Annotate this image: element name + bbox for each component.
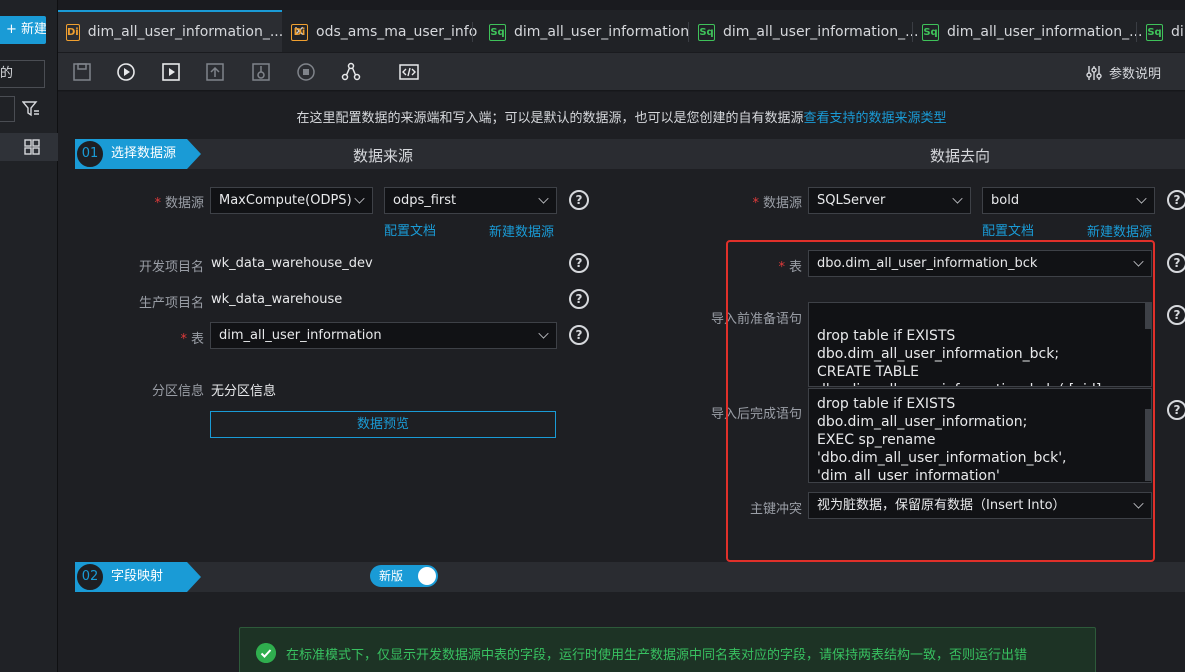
step-number: 01 <box>75 139 105 169</box>
partition-label: 分区信息 <box>151 384 204 399</box>
highlight-box <box>726 240 1155 562</box>
source-section-title: 数据来源 <box>353 147 414 165</box>
tab-label: dim_all_user_information <box>514 24 690 40</box>
source-table-select[interactable]: dim_all_user_information <box>210 322 557 349</box>
tab-divider <box>688 22 689 42</box>
prod-project-value: wk_data_warehouse <box>211 292 343 307</box>
tab-ods-ams-ma-user-info[interactable]: Di ods_ams_ma_user_info <box>283 11 477 53</box>
tab-label: dim_all_user_information_... <box>723 24 919 40</box>
help-icon[interactable]: ? <box>569 325 589 345</box>
tab-dim-partial[interactable]: Sq dim <box>1138 11 1185 53</box>
target-section-title: 数据去向 <box>930 147 991 165</box>
di-badge-icon: Di <box>66 23 80 41</box>
source-config-doc-link[interactable]: 配置文档 <box>384 220 436 239</box>
help-icon[interactable]: ? <box>1167 400 1185 420</box>
step-bar-field-mapping: 字段映射 02 <box>75 562 1185 592</box>
target-ds-label: * 数据源 <box>752 196 802 211</box>
step-label: 选择数据源 <box>111 146 177 161</box>
partition-value: 无分区信息 <box>211 384 277 399</box>
tab-label: dim <box>1171 24 1185 40</box>
submit-icon[interactable] <box>204 61 226 83</box>
notice-text: 在这里配置数据的来源端和写入端；可以是默认的数据源，也可以是您创建的自有数据源 <box>296 111 804 126</box>
step-number: 02 <box>75 562 105 592</box>
source-ds-name-select[interactable]: odps_first <box>384 187 557 214</box>
chevron-down-icon <box>538 193 549 204</box>
new-version-toggle[interactable]: 新版 <box>370 565 438 587</box>
grid-icon[interactable] <box>24 139 40 155</box>
supported-sources-link[interactable]: 查看支持的数据来源类型 <box>804 111 947 126</box>
tab-label: ods_ams_ma_user_info <box>316 24 478 40</box>
help-icon[interactable]: ? <box>1167 190 1185 210</box>
run-icon[interactable] <box>115 61 137 83</box>
new-button[interactable]: + 新建 <box>0 16 46 44</box>
publish-icon[interactable] <box>250 61 272 83</box>
help-icon[interactable]: ? <box>569 190 589 210</box>
help-icon[interactable]: ? <box>569 289 589 309</box>
tab-label: dim_all_user_information_... <box>87 24 284 40</box>
target-config-doc-link[interactable]: 配置文档 <box>982 220 1034 239</box>
step-label: 字段映射 <box>111 569 164 584</box>
filter-icon[interactable] <box>22 100 40 118</box>
param-description-label: 参数说明 <box>1108 67 1161 82</box>
param-description-button[interactable]: 参数说明 <box>1085 63 1161 82</box>
tab-dim-all-user-information[interactable]: Sq dim_all_user_information <box>481 11 689 53</box>
save-icon[interactable] <box>71 61 93 83</box>
tip-text: 在标准模式下，仅显示开发数据源中表的字段，运行时使用生产数据源中同名表对应的字段… <box>286 648 1028 663</box>
toggle-knob <box>418 567 436 585</box>
config-notice: 在这里配置数据的来源端和写入端；可以是默认的数据源，也可以是您创建的自有数据源查… <box>58 107 1185 126</box>
target-ds-name-select[interactable]: bold <box>982 187 1155 214</box>
di-badge-icon: Di <box>291 23 308 41</box>
step-bar-select-datasource: 选择数据源 01 <box>75 139 1185 169</box>
tab-dim-all-user-information-2[interactable]: Sq dim_all_user_information_... <box>690 11 918 53</box>
tab-label: dim_all_user_information_... <box>947 24 1143 40</box>
prod-project-label: 生产项目名 <box>138 296 204 311</box>
tab-dim-all-user-information-active[interactable]: Di dim_all_user_information_... ✕ <box>58 10 305 52</box>
dev-project-label: 开发项目名 <box>138 260 204 275</box>
toggle-label: 新版 <box>379 569 404 583</box>
target-new-ds-link[interactable]: 新建数据源 <box>1087 221 1152 240</box>
source-ds-label: * 数据源 <box>154 196 204 211</box>
success-check-icon <box>256 643 276 663</box>
run-with-params-icon[interactable] <box>160 61 182 83</box>
sq-badge-icon: Sq <box>698 23 715 41</box>
stop-icon[interactable] <box>295 61 317 83</box>
data-preview-button[interactable]: 数据预览 <box>210 411 556 438</box>
dev-project-value: wk_data_warehouse_dev <box>211 256 373 271</box>
sq-badge-icon: Sq <box>922 23 939 41</box>
source-table-label: * 表 <box>180 332 204 347</box>
source-new-ds-link[interactable]: 新建数据源 <box>489 221 554 240</box>
help-icon[interactable]: ? <box>1167 253 1185 273</box>
tab-divider <box>1136 22 1137 42</box>
code-view-icon[interactable] <box>398 61 420 83</box>
sq-badge-icon: Sq <box>489 23 506 41</box>
chevron-down-icon <box>538 328 549 339</box>
tab-divider <box>472 22 473 42</box>
target-ds-type-select[interactable]: SQLServer <box>808 187 971 214</box>
help-icon[interactable]: ? <box>1167 305 1185 325</box>
sq-badge-icon: Sq <box>1146 23 1163 41</box>
help-icon[interactable]: ? <box>569 253 589 273</box>
source-ds-type-select[interactable]: MaxCompute(ODPS) <box>210 187 373 214</box>
lineage-icon[interactable] <box>340 61 362 83</box>
chevron-down-icon <box>354 193 365 204</box>
tab-dim-all-user-information-3[interactable]: Sq dim_all_user_information_... <box>914 11 1142 53</box>
chevron-down-icon <box>952 193 963 204</box>
sliders-icon <box>1086 65 1102 80</box>
tab-divider <box>912 22 913 42</box>
chevron-down-icon <box>1136 193 1147 204</box>
sidebar-search-input[interactable]: 的 <box>0 60 45 88</box>
toolbar <box>58 53 1185 91</box>
sidebar-filter-input[interactable] <box>0 96 15 122</box>
